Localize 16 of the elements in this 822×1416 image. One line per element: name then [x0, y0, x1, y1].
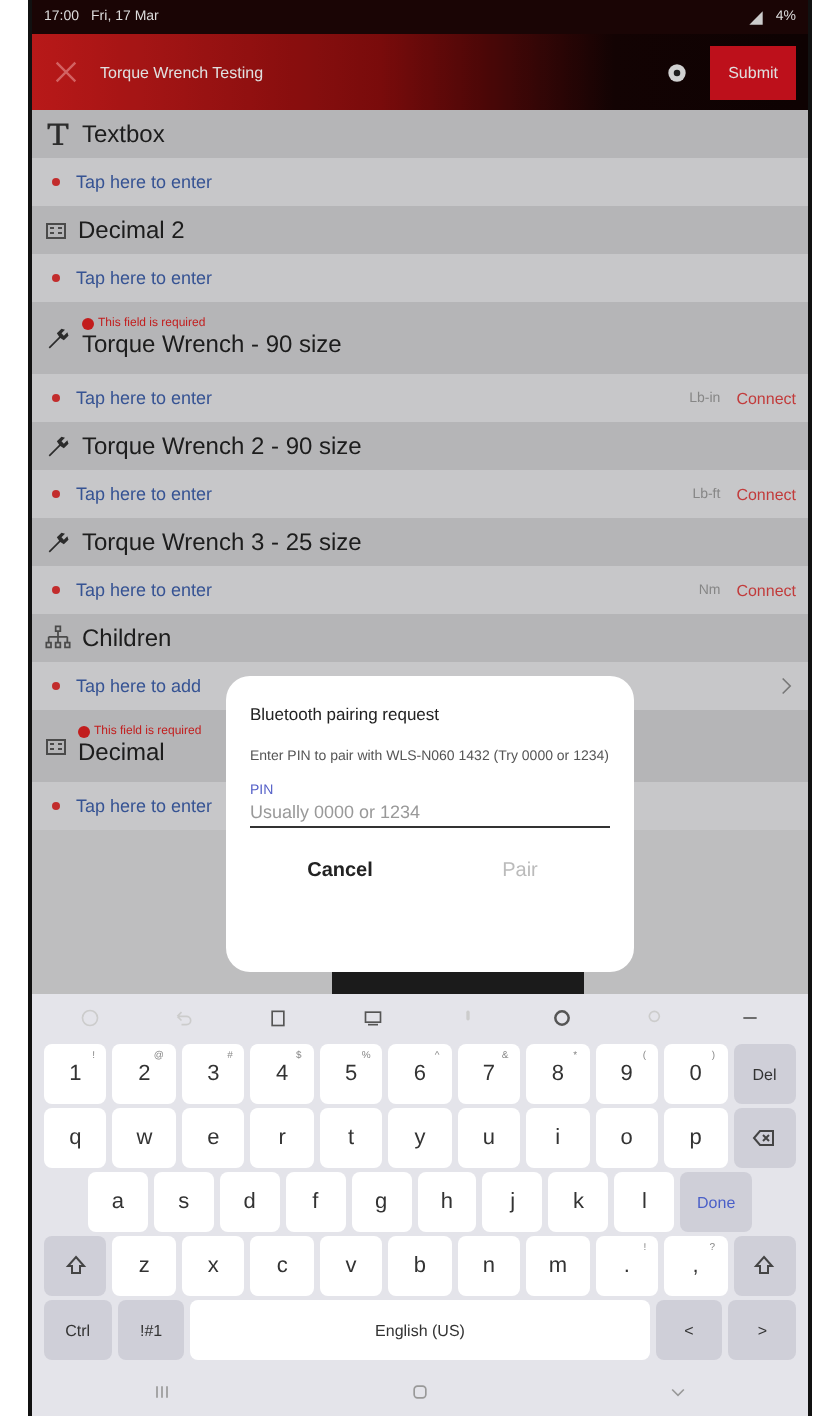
field-label: Decimal 2 — [78, 216, 185, 244]
input-placeholder: Tap here to enter — [76, 388, 213, 408]
input-placeholder: Tap here to enter — [76, 796, 213, 816]
dialog-title: Bluetooth pairing request — [250, 704, 442, 724]
field-label: Torque Wrench - 90 size — [82, 330, 342, 358]
input-placeholder: Tap here to enter — [76, 484, 213, 504]
screen-title: Torque Wrench Testing — [100, 63, 266, 81]
input-placeholder: Tap here to add — [76, 676, 202, 696]
field-label: Torque Wrench 3 - 25 size — [82, 528, 362, 556]
input-placeholder: Tap here to enter — [76, 268, 213, 288]
field-label: Children — [82, 624, 172, 652]
field-label: Torque Wrench 2 - 90 size — [82, 432, 362, 460]
input-placeholder: Tap here to enter — [76, 172, 213, 192]
input-placeholder: Tap here to enter — [76, 580, 213, 600]
field-label: Textbox — [82, 120, 165, 148]
field-label: Decimal — [78, 738, 167, 766]
